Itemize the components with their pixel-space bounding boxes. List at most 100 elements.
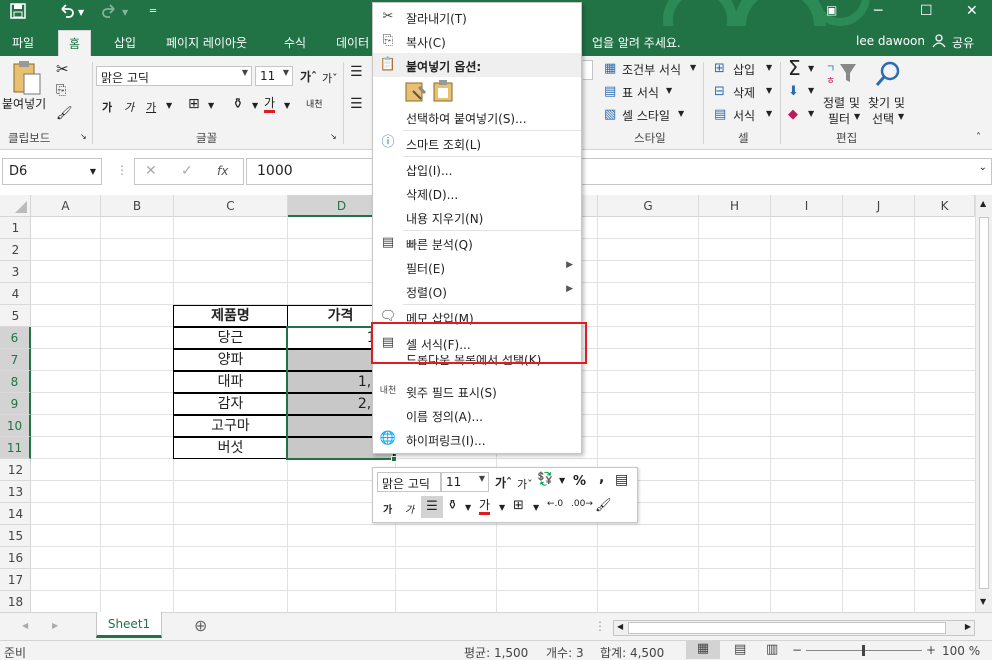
menu-item-paste-special[interactable]: 선택하여 붙여넣기(S)... [373, 105, 581, 129]
row-header-2[interactable]: 2 [0, 239, 31, 261]
conditional-format-button[interactable]: 조건부 서식 [622, 61, 681, 78]
save-icon[interactable] [10, 3, 26, 23]
row-header-6[interactable]: 6 [0, 327, 31, 349]
row-header-14[interactable]: 14 [0, 503, 31, 525]
row-header-13[interactable]: 13 [0, 481, 31, 503]
paste-icon[interactable] [10, 60, 44, 100]
percent-button[interactable]: % [573, 474, 586, 489]
column-header-c[interactable]: C [174, 195, 288, 217]
font-color-button[interactable]: 가 [264, 96, 276, 113]
tab-formulas[interactable]: 수식 [284, 34, 306, 51]
cut-icon[interactable]: ✂ [56, 60, 69, 78]
share-button[interactable]: 공유 [952, 34, 974, 51]
menu-item-cut[interactable]: ✂ 잘라내기(T) [373, 5, 581, 29]
menu-item-sort[interactable]: 정렬(O) ▶ [373, 279, 581, 303]
row-header-3[interactable]: 3 [0, 261, 31, 283]
menu-item-smart-lookup[interactable]: ⓘ 스마트 조회(L) [373, 131, 581, 155]
collapse-ribbon-icon[interactable]: ˄ [976, 132, 981, 143]
scroll-right-icon[interactable]: ▶ [965, 622, 971, 631]
scroll-up-icon[interactable]: ▲ [980, 199, 986, 208]
format-painter-icon[interactable]: 🖌 [56, 106, 73, 121]
chevron-down-icon[interactable]: ▼ [690, 63, 696, 72]
menu-item-delete[interactable]: 삭제(D)... [373, 181, 581, 205]
table-cell-product[interactable]: 감자 [173, 393, 288, 415]
tab-insert[interactable]: 삽입 [114, 34, 136, 51]
row-header-18[interactable]: 18 [0, 591, 31, 613]
tab-home[interactable]: 홈 [58, 30, 92, 56]
row-header-16[interactable]: 16 [0, 547, 31, 569]
format-cells-button[interactable]: 서식 [733, 107, 755, 124]
sort-filter-icon[interactable]: ㄱㅎ [826, 60, 858, 89]
align-top-icon[interactable]: ☰ [350, 64, 363, 80]
accounting-format-icon[interactable]: 💱 [537, 472, 553, 487]
row-header-11[interactable]: 11 [0, 437, 31, 459]
chevron-down-icon[interactable]: ▼ [898, 112, 904, 121]
conditional-format-icon[interactable]: ▦ [604, 61, 616, 76]
chevron-down-icon[interactable]: ▼ [465, 503, 471, 512]
row-header-5[interactable]: 5 [0, 305, 31, 327]
cell-style-icon[interactable]: ▧ [604, 107, 616, 122]
align-left-icon[interactable]: ☰ [350, 96, 363, 112]
normal-view-icon[interactable]: ▦ [686, 641, 720, 659]
row-header-12[interactable]: 12 [0, 459, 31, 481]
sort-filter-line1[interactable]: 정렬 및 [823, 94, 860, 111]
format-table-icon[interactable]: ▤ [615, 472, 628, 488]
bold-button[interactable]: 가 [102, 99, 112, 115]
page-layout-view-icon[interactable]: ▤ [734, 642, 746, 657]
ribbon-display-icon[interactable]: ▣ [826, 3, 837, 17]
select-all-button[interactable] [0, 195, 31, 217]
font-color-dropdown-icon[interactable]: ▼ [284, 101, 290, 110]
border-icon[interactable]: ⊞ [513, 498, 524, 513]
restore-button[interactable]: ☐ [920, 3, 933, 19]
chevron-down-icon[interactable]: ▼ [766, 109, 772, 118]
hscroll-thumb[interactable] [628, 622, 946, 634]
font-color-icon[interactable]: 가 [479, 498, 491, 515]
mini-bold-button[interactable]: 가 [383, 501, 392, 516]
sort-filter-line2[interactable]: 필터 [828, 110, 850, 127]
menu-item-hyperlink[interactable]: 🌐 하이퍼링크(I)... [373, 427, 581, 451]
user-name[interactable]: lee dawoon [856, 34, 925, 48]
tab-file[interactable]: 파일 [12, 34, 34, 51]
find-select-line1[interactable]: 찾기 및 [868, 94, 905, 111]
menu-item-insert[interactable]: 삽입(I)... [373, 157, 581, 181]
header-product[interactable]: 제품명 [173, 305, 288, 327]
clipboard-launcher-icon[interactable]: ↘ [80, 132, 87, 141]
fill-color-icon[interactable]: ⚱ [232, 96, 244, 112]
insert-cells-button[interactable]: 삽입 [733, 61, 755, 78]
chevron-down-icon[interactable]: ▼ [808, 109, 814, 118]
prev-sheet-icon[interactable]: ◀ [22, 621, 28, 630]
paste-button[interactable]: 붙여넣기 [2, 95, 46, 112]
chevron-down-icon[interactable]: ▼ [808, 64, 814, 73]
decrease-font-icon[interactable]: 가ˇ [517, 476, 533, 492]
insert-cells-icon[interactable]: ⊞ [714, 61, 725, 76]
autosum-icon[interactable]: Σ [788, 56, 801, 80]
increase-font-icon[interactable]: 가ˆ [300, 68, 317, 85]
next-sheet-icon[interactable]: ▶ [52, 621, 58, 630]
table-cell-product[interactable]: 대파 [173, 371, 288, 393]
page-break-view-icon[interactable]: ▥ [766, 642, 778, 657]
row-header-10[interactable]: 10 [0, 415, 31, 437]
column-header-g[interactable]: G [598, 195, 699, 217]
table-cell-product[interactable]: 고구마 [173, 415, 288, 437]
column-header-b[interactable]: B [101, 195, 174, 217]
table-cell-product[interactable]: 버섯 [173, 437, 288, 459]
minimize-button[interactable]: ─ [874, 3, 882, 19]
zoom-out-icon[interactable]: − [792, 643, 802, 657]
decrease-font-icon[interactable]: 가ˇ [322, 70, 338, 86]
column-header-h[interactable]: H [699, 195, 771, 217]
format-cells-icon[interactable]: ▤ [714, 107, 726, 122]
name-box[interactable]: D6 ▼ [2, 158, 102, 185]
border-dropdown-icon[interactable]: ▼ [208, 101, 214, 110]
row-header-15[interactable]: 15 [0, 525, 31, 547]
enter-icon[interactable]: ✓ [181, 163, 193, 179]
mini-italic-button[interactable]: 가 [405, 501, 414, 516]
zoom-slider-thumb[interactable] [862, 645, 865, 656]
table-format-button[interactable]: 표 서식 [622, 84, 659, 101]
format-painter-icon[interactable]: 🖌 [595, 498, 612, 513]
delete-cells-icon[interactable]: ⊟ [714, 84, 725, 99]
sheet-tab-sheet1[interactable]: Sheet1 [96, 612, 162, 638]
font-size-combo[interactable]: 11 ▼ [255, 66, 293, 86]
row-header-9[interactable]: 9 [0, 393, 31, 415]
row-header-7[interactable]: 7 [0, 349, 31, 371]
delete-cells-button[interactable]: 삭제 [733, 84, 755, 101]
